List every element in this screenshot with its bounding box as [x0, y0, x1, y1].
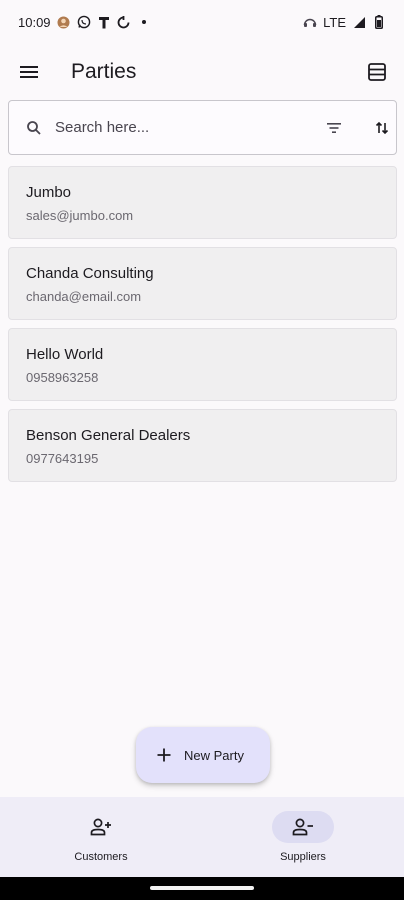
app-bar: Parties: [0, 44, 404, 100]
party-list-item[interactable]: Benson General Dealers 0977643195: [8, 409, 397, 482]
status-left: 10:09: [18, 15, 151, 30]
menu-button[interactable]: [12, 55, 46, 89]
filter-icon: [327, 122, 341, 133]
headset-icon: [303, 15, 317, 29]
person-add-icon: [90, 818, 111, 836]
nav-icon-container: [70, 811, 132, 843]
new-party-button[interactable]: New Party: [136, 727, 270, 783]
person-remove-icon: [292, 818, 313, 836]
table-view-button[interactable]: [360, 55, 394, 89]
status-right: LTE: [303, 15, 386, 30]
party-list-item[interactable]: Hello World 0958963258: [8, 328, 397, 401]
home-gesture-handle[interactable]: [150, 886, 254, 890]
party-list-item[interactable]: Chanda Consulting chanda@email.com: [8, 247, 397, 320]
nav-label: Suppliers: [280, 851, 326, 863]
party-detail: 0958963258: [26, 370, 99, 385]
sync-icon: [117, 15, 131, 29]
bottom-nav: Customers Suppliers: [0, 797, 404, 877]
search-input[interactable]: [55, 112, 295, 143]
sort-icon: [375, 121, 389, 134]
dot-icon: [137, 15, 151, 29]
party-list-item[interactable]: Jumbo sales@jumbo.com: [8, 166, 397, 239]
table-view-icon: [368, 63, 386, 81]
system-gesture-bar: [0, 877, 404, 900]
nav-item-customers[interactable]: Customers: [0, 797, 202, 877]
party-detail: sales@jumbo.com: [26, 208, 134, 223]
party-list: Jumbo sales@jumbo.com Chanda Consulting …: [8, 166, 397, 490]
sort-button[interactable]: [365, 111, 399, 145]
page-title: Parties: [71, 60, 137, 83]
search-icon: [27, 120, 41, 135]
t-icon: [97, 15, 111, 29]
new-party-label: New Party: [184, 747, 244, 763]
status-bar: 10:09 LTE: [0, 0, 404, 44]
signal-icon: [352, 15, 366, 29]
avatar-icon: [57, 15, 71, 29]
battery-icon: [372, 15, 386, 29]
nav-label: Customers: [74, 851, 128, 863]
nav-icon-container: [272, 811, 334, 843]
party-name: Benson General Dealers: [26, 427, 191, 444]
party-name: Jumbo: [26, 184, 72, 201]
menu-icon: [20, 66, 38, 78]
party-name: Hello World: [26, 346, 104, 363]
party-detail: chanda@email.com: [26, 289, 142, 304]
whatsapp-icon: [77, 15, 91, 29]
party-detail: 0977643195: [26, 451, 99, 466]
status-time: 10:09: [18, 14, 51, 30]
nav-item-suppliers[interactable]: Suppliers: [202, 797, 404, 877]
party-name: Chanda Consulting: [26, 265, 154, 282]
filter-button[interactable]: [317, 111, 351, 145]
search-bar: [8, 100, 397, 155]
network-type: LTE: [323, 14, 346, 30]
plus-icon: [157, 748, 171, 762]
